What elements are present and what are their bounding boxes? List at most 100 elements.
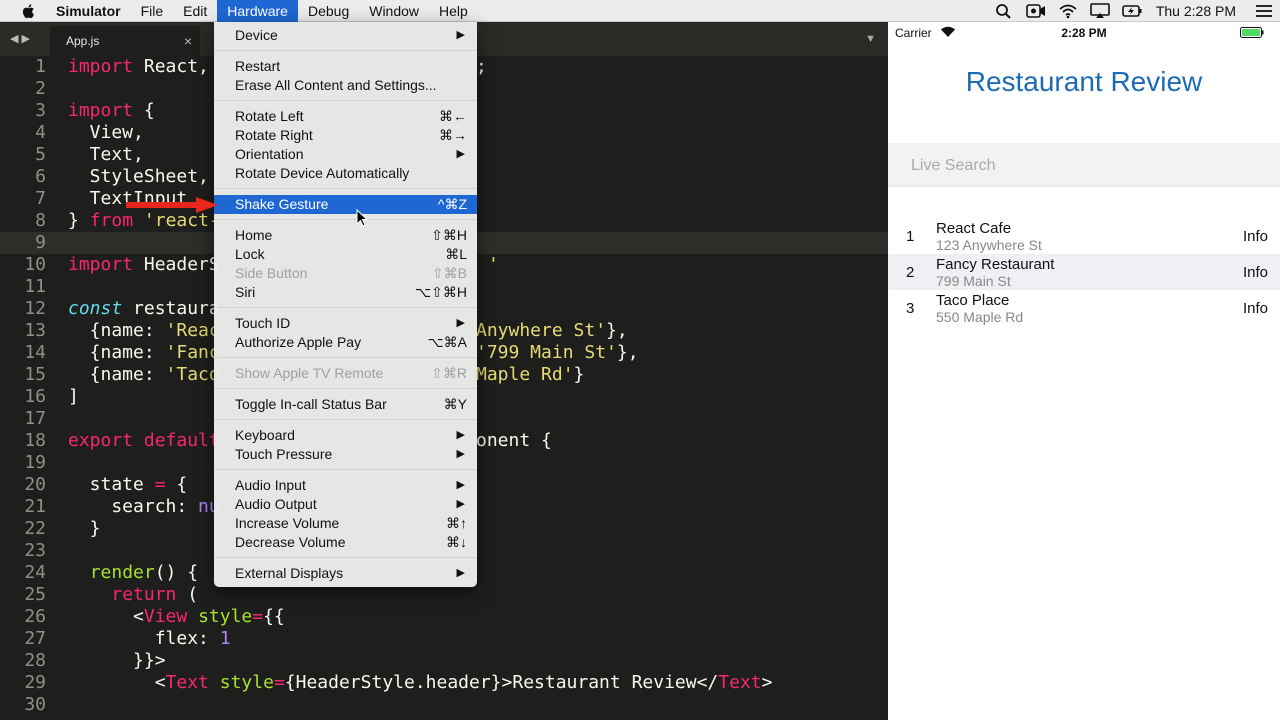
menu-item-erase-all-content-and-settings[interactable]: Erase All Content and Settings... <box>214 76 477 95</box>
menu-app-simulator[interactable]: Simulator <box>54 0 131 22</box>
menu-help[interactable]: Help <box>429 0 478 22</box>
restaurant-name: Fancy Restaurant <box>936 256 1055 273</box>
menu-separator <box>214 100 477 101</box>
code-fragment: Anywhere St'}, <box>476 320 628 341</box>
menu-item-label: Siri <box>235 284 256 300</box>
app-title: Restaurant Review <box>965 66 1203 97</box>
menu-edit[interactable]: Edit <box>173 0 217 22</box>
menu-shortcut: ⌘↑ <box>446 515 467 531</box>
screen-record-icon[interactable] <box>1026 3 1046 19</box>
code-text: {name: 'Reac <box>68 320 220 341</box>
tab-navigation-arrows[interactable]: ◀ ▶ <box>10 32 30 45</box>
line-number: 29 <box>24 672 46 693</box>
menu-hardware[interactable]: Hardware <box>217 0 298 22</box>
restaurant-name: Taco Place <box>936 292 1010 309</box>
menu-bar-clock[interactable]: Thu 2:28 PM <box>1156 3 1236 19</box>
menu-item-device[interactable]: Device ▶ <box>214 26 477 45</box>
menu-item-label: Decrease Volume <box>235 534 346 550</box>
menu-item-label: Home <box>235 227 273 243</box>
menu-item-restart[interactable]: Restart <box>214 57 477 76</box>
menu-item-orientation[interactable]: Orientation ▶ <box>214 145 477 164</box>
menu-item-label: Lock <box>235 246 265 262</box>
code-text: {name: 'Taco <box>68 364 220 385</box>
line-number: 22 <box>24 518 46 539</box>
code-text: state = { <box>68 474 188 495</box>
menu-item-toggle-in-call-status-bar[interactable]: Toggle In-call Status Bar ⌘Y <box>214 395 477 414</box>
code-line[interactable]: 28 }}> <box>0 650 888 672</box>
menu-item-rotate-right[interactable]: Rotate Right ⌘→ <box>214 126 477 145</box>
code-line[interactable]: 29 <Text style={HeaderStyle.header}>Rest… <box>0 672 888 694</box>
menu-item-shake-gesture[interactable]: Shake Gesture ^⌘Z <box>214 195 477 214</box>
search-icon[interactable] <box>994 3 1014 19</box>
menu-item-lock[interactable]: Lock ⌘L <box>214 245 477 264</box>
code-fragment: ; <box>476 56 487 77</box>
list-item[interactable]: 2 Fancy Restaurant 799 Main St Info <box>888 254 1280 290</box>
line-number: 10 <box>24 254 46 275</box>
menu-item-keyboard[interactable]: Keyboard ▶ <box>214 426 477 445</box>
live-search-input[interactable] <box>909 143 1253 188</box>
line-number: 11 <box>24 276 46 297</box>
status-time: 2:28 PM <box>1061 26 1107 40</box>
tab-app-js[interactable]: App.js × <box>50 26 200 56</box>
info-button[interactable]: Info <box>1243 228 1268 245</box>
menu-item-label: Touch ID <box>235 315 291 331</box>
menu-shortcut: ⇧⌘B <box>431 265 467 281</box>
line-number: 24 <box>24 562 46 583</box>
menu-shortcut: ⌥⌘A <box>427 334 467 350</box>
menu-item-rotate-device-automatically[interactable]: Rotate Device Automatically <box>214 164 477 183</box>
chevron-down-icon[interactable]: ▼ <box>865 33 876 45</box>
list-icon[interactable] <box>1254 3 1274 19</box>
info-button[interactable]: Info <box>1243 264 1268 281</box>
menu-separator <box>214 188 477 189</box>
code-line[interactable]: 25 return ( <box>0 584 888 606</box>
menu-item-audio-input[interactable]: Audio Input ▶ <box>214 476 477 495</box>
menu-item-authorize-apple-pay[interactable]: Authorize Apple Pay ⌥⌘A <box>214 333 477 352</box>
menu-item-audio-output[interactable]: Audio Output ▶ <box>214 495 477 514</box>
menu-debug[interactable]: Debug <box>298 0 359 22</box>
line-number: 5 <box>35 144 46 165</box>
menu-item-label: Device <box>235 27 278 43</box>
menu-bar-status-area: Thu 2:28 PM <box>988 0 1280 22</box>
menu-item-increase-volume[interactable]: Increase Volume ⌘↑ <box>214 514 477 533</box>
list-item[interactable]: 3 Taco Place 550 Maple Rd Info <box>888 290 1280 326</box>
menu-item-label: Rotate Left <box>235 108 304 124</box>
apple-icon[interactable] <box>20 2 38 20</box>
menu-item-home[interactable]: Home ⇧⌘H <box>214 226 477 245</box>
menu-item-siri[interactable]: Siri ⌥⇧⌘H <box>214 283 477 302</box>
line-number: 14 <box>24 342 46 363</box>
menu-item-touch-id[interactable]: Touch ID ▶ <box>214 314 477 333</box>
menu-item-label: Authorize Apple Pay <box>235 334 362 350</box>
menu-file[interactable]: File <box>131 0 174 22</box>
search-bar <box>888 143 1280 188</box>
menu-item-label: Orientation <box>235 146 304 162</box>
wifi-icon[interactable] <box>1058 3 1078 19</box>
menu-item-external-displays[interactable]: External Displays ▶ <box>214 564 477 583</box>
code-text: import React, <box>68 56 209 77</box>
menu-item-touch-pressure[interactable]: Touch Pressure ▶ <box>214 445 477 464</box>
list-item[interactable]: 1 React Cafe 123 Anywhere St Info <box>888 218 1280 254</box>
menu-shortcut: ⌥⇧⌘H <box>415 284 467 300</box>
line-number: 20 <box>24 474 46 495</box>
menu-shortcut: ⌘Y <box>443 396 467 412</box>
menu-shortcut: ^⌘Z <box>437 196 467 212</box>
menu-window[interactable]: Window <box>359 0 429 22</box>
menu-item-rotate-left[interactable]: Rotate Left ⌘← <box>214 107 477 126</box>
code-text: import { <box>68 100 155 121</box>
code-line[interactable]: 26 <View style={{ <box>0 606 888 628</box>
menu-item-decrease-volume[interactable]: Decrease Volume ⌘↓ <box>214 533 477 552</box>
battery-icon <box>1240 27 1264 38</box>
code-text: export default <box>68 430 220 451</box>
line-number: 26 <box>24 606 46 627</box>
battery-charging-icon[interactable] <box>1122 3 1142 19</box>
line-number: 21 <box>24 496 46 517</box>
submenu-arrow-icon: ▶ <box>456 429 465 441</box>
code-line[interactable]: 27 flex: 1 <box>0 628 888 650</box>
menu-separator <box>214 357 477 358</box>
close-icon[interactable]: × <box>184 26 192 56</box>
menu-shortcut: ⇧⌘R <box>431 365 467 381</box>
code-text: ] <box>68 386 79 407</box>
info-button[interactable]: Info <box>1243 300 1268 317</box>
code-line[interactable]: 30 <box>0 694 888 716</box>
airplay-icon[interactable] <box>1090 3 1110 19</box>
line-number: 17 <box>24 408 46 429</box>
